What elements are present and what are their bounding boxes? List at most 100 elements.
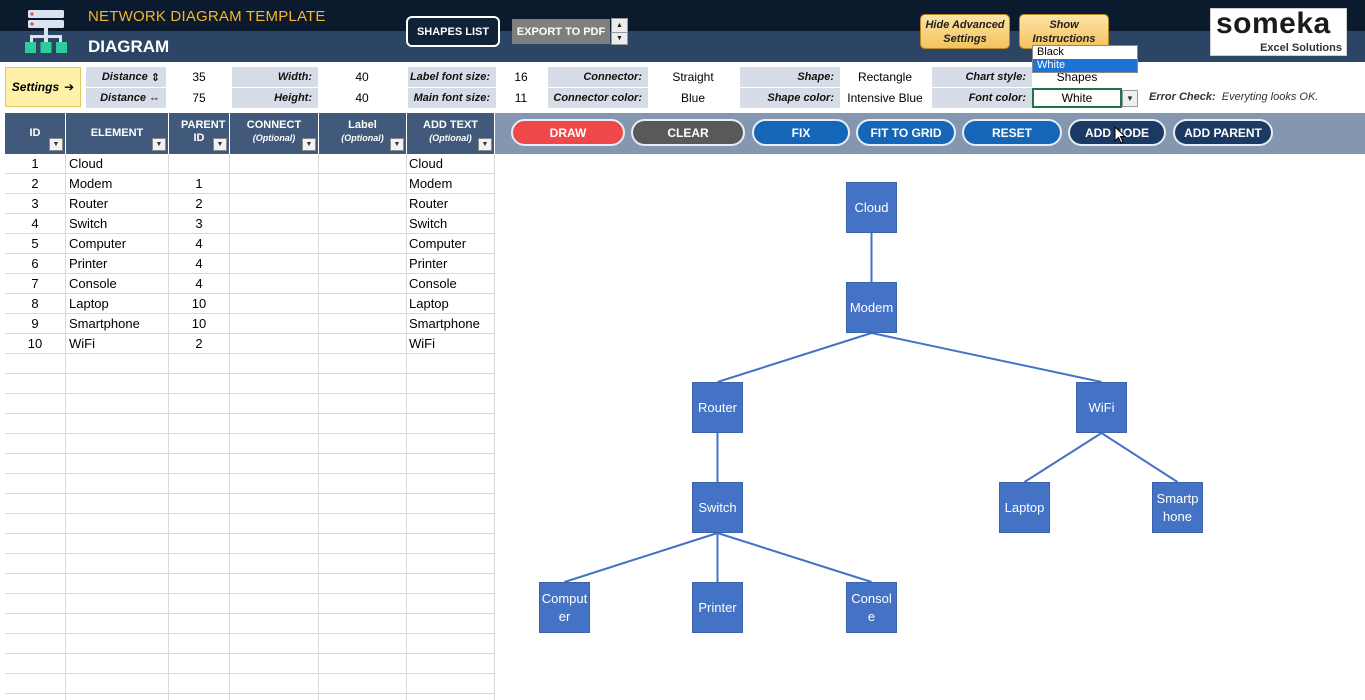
diagram-node[interactable]: Laptop <box>999 482 1050 533</box>
table-row[interactable]: 3 Router 2 Router <box>5 194 495 214</box>
show-instructions-button[interactable]: Show Instructions <box>1019 14 1109 49</box>
table-cell-element[interactable] <box>66 554 169 574</box>
table-cell-text[interactable]: Smartphone <box>407 314 495 334</box>
table-cell-id[interactable] <box>5 434 66 454</box>
table-cell-parent[interactable] <box>169 694 230 700</box>
table-cell-text[interactable] <box>407 414 495 434</box>
table-cell-element[interactable]: Smartphone <box>66 314 169 334</box>
diagram-node[interactable]: Printer <box>692 582 743 633</box>
table-cell-element[interactable] <box>66 354 169 374</box>
table-row[interactable] <box>5 414 495 434</box>
table-cell-text[interactable]: Console <box>407 274 495 294</box>
table-cell-id[interactable]: 7 <box>5 274 66 294</box>
table-cell-id[interactable] <box>5 534 66 554</box>
table-cell-id[interactable] <box>5 594 66 614</box>
table-cell-id[interactable] <box>5 454 66 474</box>
settings-button[interactable]: Settings ➔ <box>5 67 81 107</box>
table-row[interactable]: 1 Cloud Cloud <box>5 154 495 174</box>
table-cell-text[interactable]: Modem <box>407 174 495 194</box>
table-cell-connect[interactable] <box>230 194 319 214</box>
table-cell-connect[interactable] <box>230 674 319 694</box>
table-cell-label[interactable] <box>319 574 407 594</box>
table-cell-label[interactable] <box>319 394 407 414</box>
column-header-id[interactable]: ID ▼ <box>5 113 66 154</box>
draw-button[interactable]: DRAW <box>511 119 625 146</box>
table-row[interactable] <box>5 534 495 554</box>
table-cell-id[interactable] <box>5 694 66 700</box>
table-cell-connect[interactable] <box>230 594 319 614</box>
shapes-list-button[interactable]: SHAPES LIST <box>406 16 500 47</box>
table-cell-element[interactable] <box>66 514 169 534</box>
font-color-option-white[interactable]: White <box>1033 59 1137 72</box>
table-cell-label[interactable] <box>319 594 407 614</box>
table-row[interactable]: 10 WiFi 2 WiFi <box>5 334 495 354</box>
table-row[interactable] <box>5 554 495 574</box>
table-cell-element[interactable] <box>66 694 169 700</box>
table-cell-label[interactable] <box>319 314 407 334</box>
table-cell-label[interactable] <box>319 614 407 634</box>
table-cell-label[interactable] <box>319 534 407 554</box>
hide-advanced-settings-button[interactable]: Hide Advanced Settings <box>920 14 1010 49</box>
shape-value[interactable]: Rectangle <box>840 67 930 87</box>
connector-line[interactable] <box>871 332 1102 383</box>
table-cell-id[interactable]: 10 <box>5 334 66 354</box>
table-cell-element[interactable] <box>66 394 169 414</box>
table-cell-connect[interactable] <box>230 474 319 494</box>
table-cell-text[interactable] <box>407 634 495 654</box>
table-cell-id[interactable] <box>5 354 66 374</box>
table-cell-text[interactable] <box>407 554 495 574</box>
table-cell-connect[interactable] <box>230 154 319 174</box>
sort-filter-icon[interactable]: ▼ <box>49 138 63 151</box>
table-cell-text[interactable] <box>407 374 495 394</box>
table-cell-label[interactable] <box>319 634 407 654</box>
table-cell-text[interactable]: WiFi <box>407 334 495 354</box>
table-row[interactable] <box>5 494 495 514</box>
table-cell-connect[interactable] <box>230 574 319 594</box>
table-cell-text[interactable] <box>407 534 495 554</box>
table-cell-parent[interactable]: 2 <box>169 194 230 214</box>
table-cell-parent[interactable] <box>169 474 230 494</box>
table-cell-parent[interactable] <box>169 154 230 174</box>
table-cell-connect[interactable] <box>230 174 319 194</box>
table-cell-id[interactable] <box>5 514 66 534</box>
diagram-node[interactable]: Cloud <box>846 182 897 233</box>
table-cell-label[interactable] <box>319 494 407 514</box>
fix-button[interactable]: FIX <box>752 119 850 146</box>
export-to-pdf-button[interactable]: EXPORT TO PDF <box>512 19 610 44</box>
table-cell-label[interactable] <box>319 554 407 574</box>
spin-up-icon[interactable]: ▲ <box>612 19 627 32</box>
column-header-connect[interactable]: CONNECT (Optional) ▼ <box>230 113 319 154</box>
table-cell-parent[interactable]: 4 <box>169 274 230 294</box>
table-cell-label[interactable] <box>319 474 407 494</box>
table-cell-connect[interactable] <box>230 394 319 414</box>
table-row[interactable] <box>5 434 495 454</box>
table-row[interactable] <box>5 654 495 674</box>
table-cell-text[interactable] <box>407 574 495 594</box>
table-cell-parent[interactable]: 4 <box>169 254 230 274</box>
table-cell-id[interactable]: 3 <box>5 194 66 214</box>
connector-line[interactable] <box>717 332 872 383</box>
table-cell-connect[interactable] <box>230 634 319 654</box>
connector-line[interactable] <box>717 532 872 583</box>
column-header-add-text[interactable]: ADD TEXT (Optional) ▼ <box>407 113 495 154</box>
table-cell-label[interactable] <box>319 414 407 434</box>
connector-value[interactable]: Straight <box>648 67 738 87</box>
table-cell-id[interactable] <box>5 554 66 574</box>
table-cell-connect[interactable] <box>230 274 319 294</box>
filter-dropdown-icon[interactable]: ▼ <box>152 138 166 151</box>
table-cell-text[interactable] <box>407 514 495 534</box>
table-cell-element[interactable] <box>66 594 169 614</box>
table-cell-parent[interactable]: 1 <box>169 174 230 194</box>
font-color-select[interactable]: White <box>1032 88 1122 108</box>
table-row[interactable]: 7 Console 4 Console <box>5 274 495 294</box>
table-cell-text[interactable] <box>407 474 495 494</box>
filter-dropdown-icon[interactable]: ▼ <box>478 138 492 151</box>
table-cell-text[interactable] <box>407 434 495 454</box>
table-cell-element[interactable] <box>66 654 169 674</box>
table-row[interactable]: 9 Smartphone 10 Smartphone <box>5 314 495 334</box>
table-cell-parent[interactable] <box>169 654 230 674</box>
table-cell-label[interactable] <box>319 374 407 394</box>
table-row[interactable]: 8 Laptop 10 Laptop <box>5 294 495 314</box>
table-cell-label[interactable] <box>319 274 407 294</box>
table-cell-parent[interactable] <box>169 434 230 454</box>
